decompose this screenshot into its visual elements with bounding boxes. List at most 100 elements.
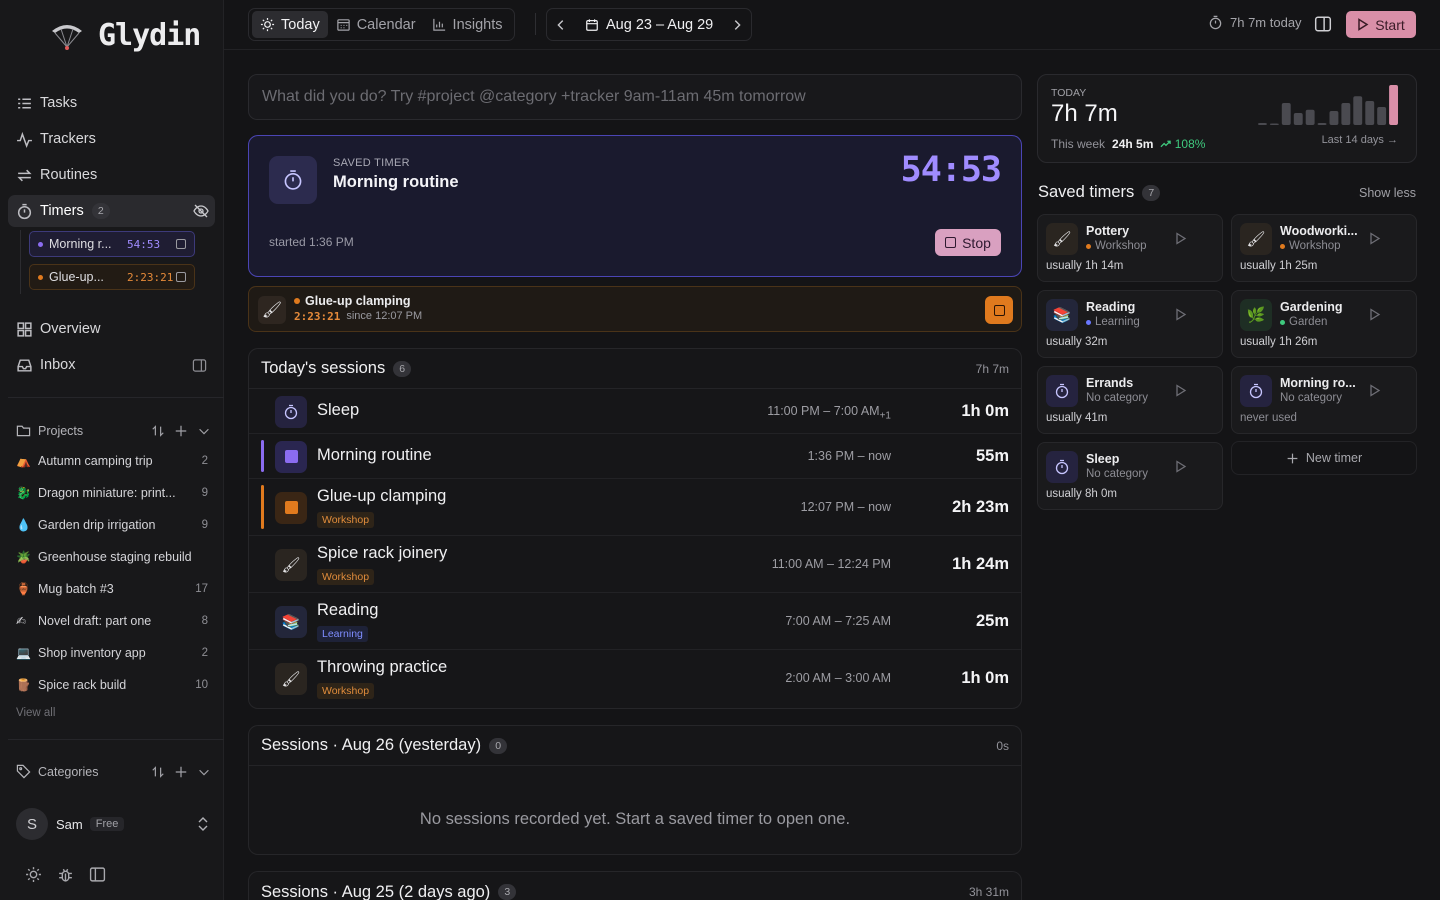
- saved-timer-card[interactable]: 🌿 Gardening Garden usually 1h 26m: [1231, 290, 1417, 358]
- play-icon[interactable]: [1369, 232, 1381, 245]
- next-week-button[interactable]: [723, 8, 751, 41]
- project-item[interactable]: ✍ Novel draft: part one 8: [16, 609, 208, 633]
- panel-header: Today's sessions 6 7h 7m: [249, 349, 1021, 389]
- saved-timer-card[interactable]: Errands No category usually 41m: [1037, 366, 1223, 434]
- categories-title: Categories: [38, 764, 99, 779]
- sort-icon[interactable]: [151, 765, 165, 779]
- project-name: Shop inventory app: [38, 646, 146, 660]
- panel-title: Sessions · Aug 25 (2 days ago): [261, 882, 491, 900]
- session-time-range: 1:36 PM – now: [807, 448, 891, 463]
- today-summary-card: TODAY 7h 7m This week 24h 5m 108% Last 1…: [1037, 74, 1417, 163]
- tab-calendar[interactable]: Calendar: [328, 11, 424, 38]
- stop-square-icon[interactable]: [176, 272, 186, 282]
- activity-icon: [17, 131, 32, 148]
- avatar: S: [16, 808, 48, 840]
- session-paintbrush-icon: 🖌: [275, 662, 307, 695]
- play-icon[interactable]: [1369, 384, 1381, 397]
- nav-routines[interactable]: Routines: [8, 159, 215, 191]
- plus-icon[interactable]: [174, 424, 188, 438]
- new-timer-button[interactable]: New timer: [1231, 441, 1417, 475]
- nav-trackers[interactable]: Trackers: [8, 123, 215, 155]
- saved-timer-card[interactable]: 📚 Reading Learning usually 32m: [1037, 290, 1223, 358]
- stop-button[interactable]: Stop: [935, 229, 1001, 256]
- project-item[interactable]: 🪴 Greenhouse staging rebuild: [16, 545, 208, 569]
- saved-timer-card[interactable]: Sleep No category usually 8h 0m: [1037, 442, 1223, 510]
- chevron-down-icon[interactable]: [197, 765, 211, 779]
- play-icon[interactable]: [1175, 384, 1187, 397]
- sidebar-panel-icon[interactable]: [192, 358, 207, 373]
- session-row[interactable]: 🖌 Throwing practice Workshop 2:00 AM – 3:00…: [249, 650, 1021, 707]
- session-start: 11:00 AM: [771, 556, 824, 571]
- bug-icon[interactable]: [57, 866, 74, 883]
- start-button[interactable]: Start: [1346, 11, 1416, 38]
- panel-total: 7h 7m: [975, 361, 1009, 376]
- eye-off-icon[interactable]: [193, 203, 209, 219]
- date-range-picker[interactable]: Aug 23 – Aug 29: [575, 17, 723, 33]
- user-menu[interactable]: S Sam Free: [16, 808, 210, 840]
- saved-timer-category-label: No category: [1280, 392, 1343, 404]
- saved-timer-card[interactable]: Morning ro... No category never used: [1231, 366, 1417, 434]
- play-icon[interactable]: [1175, 460, 1187, 473]
- prev-week-button[interactable]: [547, 8, 575, 41]
- chevrons-up-down-icon: [198, 817, 208, 831]
- session-row[interactable]: Glue-up clamping Workshop 12:07 PM – now 2h…: [249, 479, 1021, 536]
- toggle-panel-icon[interactable]: [1314, 15, 1332, 33]
- saved-timer-card[interactable]: 🖌 Woodworki... Workshop usually 1h 25m: [1231, 214, 1417, 282]
- play-icon[interactable]: [1175, 232, 1187, 245]
- plus-icon[interactable]: [174, 765, 188, 779]
- saved-timer-usual: never used: [1240, 412, 1297, 424]
- week-summary: This week 24h 5m 108%: [1051, 137, 1205, 151]
- session-row[interactable]: Sleep 11:00 PM – 7:00 AM+1 1h 0m: [249, 389, 1021, 434]
- app-logo[interactable]: Glydin: [50, 18, 201, 53]
- saved-timer-card[interactable]: 🖌 Pottery Workshop usually 1h 14m: [1037, 214, 1223, 282]
- session-duration: 1h 0m: [961, 401, 1009, 420]
- project-item[interactable]: 💻 Shop inventory app 2: [16, 641, 208, 665]
- project-name: Spice rack build: [38, 678, 127, 692]
- play-icon[interactable]: [1175, 308, 1187, 321]
- project-emoji-icon: ✍: [16, 614, 27, 628]
- session-row[interactable]: Morning routine 1:36 PM – now 55m: [249, 434, 1021, 479]
- play-icon[interactable]: [1369, 308, 1381, 321]
- session-start: 12:07 PM: [800, 499, 855, 514]
- stop-square-icon: [945, 237, 957, 248]
- stopwatch-icon: [269, 156, 317, 204]
- sun-icon[interactable]: [25, 866, 42, 883]
- tab-insights[interactable]: Insights: [424, 11, 511, 38]
- project-item[interactable]: 💧 Garden drip irrigation 9: [16, 513, 208, 537]
- sparkline-bar: [1305, 109, 1315, 125]
- play-icon: [1358, 18, 1369, 31]
- project-item[interactable]: 🏺 Mug batch #3 17: [16, 577, 208, 601]
- categories-header: Categories: [16, 764, 211, 779]
- project-count: 17: [195, 583, 208, 595]
- sidebar-timer-glueup[interactable]: Glue-up... 2:23:21: [29, 264, 195, 290]
- last-14-days-link[interactable]: Last 14 days →: [1322, 134, 1398, 146]
- nav-timers[interactable]: Timers 2: [8, 195, 215, 227]
- show-less-button[interactable]: Show less: [1359, 186, 1416, 200]
- project-item[interactable]: 🐉 Dragon miniature: print... 9: [16, 481, 208, 505]
- view-all-link[interactable]: View all: [16, 707, 55, 719]
- category-dot: [1086, 319, 1091, 325]
- secondary-running-timer: 🖌 Glue-up clamping 2:23:21 since 12:07 P…: [248, 286, 1022, 332]
- quick-entry-input[interactable]: What did you do? Try #project @category …: [248, 74, 1022, 120]
- session-row[interactable]: 📚 Reading Learning 7:00 AM – 7:25 AM 25m: [249, 593, 1021, 650]
- sort-icon[interactable]: [151, 424, 165, 438]
- nav-overview[interactable]: Overview: [8, 313, 215, 345]
- today-total-label: 7h 7m today: [1230, 15, 1302, 30]
- session-row[interactable]: 🖌 Spice rack joinery Workshop 11:00 AM – 12…: [249, 536, 1021, 593]
- sparkline-bar: [1341, 103, 1351, 125]
- nav-inbox[interactable]: Inbox: [8, 349, 215, 381]
- project-name: Greenhouse staging rebuild: [38, 550, 192, 564]
- layout-sidebar-icon[interactable]: [89, 866, 106, 883]
- app-name: Glydin: [98, 18, 201, 53]
- chevron-down-icon[interactable]: [197, 424, 211, 438]
- secondary-stop-button[interactable]: [985, 296, 1013, 324]
- nav-tasks[interactable]: Tasks: [8, 87, 215, 119]
- stop-square-icon[interactable]: [176, 239, 186, 249]
- nav-tasks-label: Tasks: [40, 95, 78, 111]
- project-item[interactable]: ⛺ Autumn camping trip 2: [16, 449, 208, 473]
- project-item[interactable]: 🪵 Spice rack build 10: [16, 673, 208, 697]
- tab-today[interactable]: Today: [252, 11, 328, 38]
- view-tabs: Today Calendar Insights: [248, 8, 515, 41]
- session-paintbrush-icon: 🖌: [275, 548, 307, 581]
- sidebar-timer-morning[interactable]: Morning r... 54:53: [29, 231, 195, 257]
